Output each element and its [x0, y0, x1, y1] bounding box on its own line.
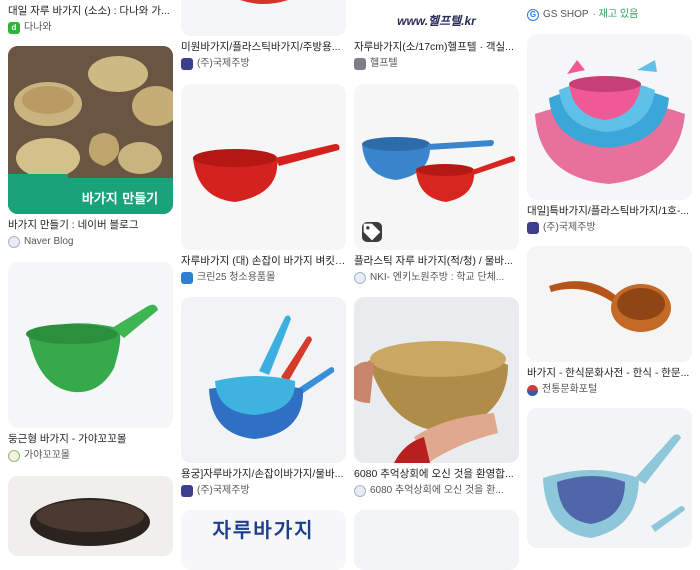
result-title[interactable]: 대일 자루 바가지 (소소) : 다나와 가...	[8, 4, 173, 18]
result-thumbnail[interactable]	[527, 408, 692, 548]
result-tile[interactable]	[8, 476, 173, 556]
result-thumbnail[interactable]	[181, 0, 346, 36]
result-tile[interactable]: 바가지 만들기 바가지 만들기 : 네이버 블로그 Naver Blog	[8, 46, 173, 252]
source-name: (주)국제주방	[197, 58, 250, 69]
source-name: 헬프텔	[370, 58, 398, 69]
image-caption: 바가지 만들기	[82, 191, 158, 207]
gourd-bowls-image: 바가지 만들기	[8, 46, 173, 214]
source-name: 크린25 청소용품몰	[197, 272, 276, 283]
collapsible-ladle-image	[527, 408, 692, 548]
naver-blog-favicon-icon	[8, 236, 20, 248]
result-thumbnail[interactable]	[354, 297, 519, 463]
results-column-2: 미원바가지/플라스틱바가지/주방용... (주)국제주방 자루바가지 (대) 손…	[181, 0, 346, 570]
red-ladle-image	[181, 84, 346, 250]
wooden-ladle-image	[527, 246, 692, 362]
result-source[interactable]: (주)국제주방	[181, 57, 346, 71]
result-source[interactable]: 가야꼬꼬몰	[8, 449, 173, 463]
result-tile[interactable]: www.헬프텔.kr 자루바가지(소/17cm)헬프텔 · 객실... 헬프텔	[354, 0, 519, 76]
result-tile[interactable]: 플라스틱 자루 바가지(적/청) / 물바... NKI- 엔키노원주방 : 학…	[354, 84, 519, 289]
result-title[interactable]: 대일]특바가지/플라스틱바가지/1호-...	[527, 204, 692, 218]
result-thumbnail[interactable]	[527, 246, 692, 362]
result-tile[interactable]: 둥근형 바가지 - 가야꼬꼬몰 가야꼬꼬몰	[8, 262, 173, 467]
green-bowl-image	[8, 262, 173, 428]
nki-favicon-icon	[354, 272, 366, 284]
gaya-favicon-icon	[8, 450, 20, 462]
results-column-1: 대일 자루 바가지 (소소) : 다나와 가... d 다나와 바가지 만들기 …	[8, 0, 173, 556]
image-caption: www.헬프텔.kr	[397, 14, 476, 28]
result-thumbnail[interactable]: www.헬프텔.kr	[354, 0, 519, 36]
result-source[interactable]: 전통문화포털	[527, 383, 692, 397]
result-thumbnail[interactable]	[527, 34, 692, 200]
result-tile[interactable]: 용궁]자루바가지/손잡이바가지/물바... (주)국제주방	[181, 297, 346, 502]
result-title[interactable]: 6080 추억상회에 오신 것을 환영합...	[354, 467, 519, 481]
result-tile[interactable]: 대일]특바가지/플라스틱바가지/1호-... (주)국제주방	[527, 34, 692, 240]
result-source[interactable]: 크린25 청소용품몰	[181, 271, 346, 285]
source-name: GS SHOP	[543, 9, 589, 20]
source-name: 다나와	[24, 22, 52, 33]
result-source[interactable]: d 다나와	[8, 21, 173, 35]
result-source[interactable]: (주)국제주방	[527, 221, 692, 235]
result-tile[interactable]: 자루바가지	[181, 510, 346, 570]
stacked-ladles-image	[181, 297, 346, 463]
result-thumbnail[interactable]: 자루바가지	[181, 510, 346, 570]
danawa-favicon-icon: d	[8, 22, 20, 34]
gsshop-favicon-icon: G	[527, 9, 539, 21]
gourd-hand-image	[354, 297, 519, 463]
result-source[interactable]: G GS SHOP · 재고 있음	[527, 8, 692, 22]
source-name: NKI- 엔키노원주방 : 학교 단체...	[370, 272, 505, 283]
source-name: 6080 추억상회에 오신 것을 환...	[370, 485, 504, 496]
result-tile[interactable]: 대일 자루 바가지 (소소) : 다나와 가... d 다나와	[8, 0, 173, 40]
result-tile[interactable]: 바가지 - 한식문화사전 - 한식 - 한문... 전통문화포털	[527, 246, 692, 402]
result-tile[interactable]: 6080 추억상회에 오신 것을 환영합... 6080 추억상회에 오신 것을…	[354, 297, 519, 502]
result-thumbnail[interactable]	[181, 84, 346, 250]
result-source[interactable]: 헬프텔	[354, 57, 519, 71]
result-source[interactable]: 6080 추억상회에 오신 것을 환...	[354, 484, 519, 498]
source-name: Naver Blog	[24, 236, 74, 247]
result-thumbnail[interactable]: 바가지 만들기	[8, 46, 173, 214]
result-thumbnail[interactable]	[181, 297, 346, 463]
red-scoop-image	[181, 0, 346, 36]
result-thumbnail[interactable]	[8, 476, 173, 556]
shopping-tag-icon	[362, 222, 382, 242]
result-thumbnail[interactable]	[354, 84, 519, 250]
result-title[interactable]: 플라스틱 자루 바가지(적/청) / 물바...	[354, 254, 519, 268]
source-name: (주)국제주방	[197, 485, 250, 496]
taeguk-favicon-icon	[527, 384, 538, 396]
in-stock-label: · 재고 있음	[592, 9, 639, 20]
result-source[interactable]: (주)국제주방	[181, 484, 346, 498]
result-source[interactable]: Naver Blog	[8, 235, 173, 249]
kukje-favicon-icon	[181, 485, 193, 497]
result-thumbnail[interactable]	[354, 510, 519, 570]
clean25-favicon-icon	[181, 272, 193, 284]
result-title[interactable]: 자루바가지(소/17cm)헬프텔 · 객실...	[354, 40, 519, 54]
kukje-favicon-icon	[181, 58, 193, 70]
result-title[interactable]: 자루바가지 (대) 손잡이 바가지 벼킷 ...	[181, 254, 346, 268]
shop6080-favicon-icon	[354, 485, 366, 497]
result-title[interactable]: 바가지 - 한식문화사전 - 한식 - 한문...	[527, 366, 692, 380]
source-name: (주)국제주방	[543, 222, 596, 233]
nested-bowls-image	[527, 34, 692, 200]
result-title[interactable]: 둥근형 바가지 - 가야꼬꼬몰	[8, 432, 173, 446]
result-title[interactable]: 바가지 만들기 : 네이버 블로그	[8, 218, 173, 232]
source-name: 가야꼬꼬몰	[24, 450, 70, 461]
result-source[interactable]: NKI- 엔키노원주방 : 학교 단체...	[354, 271, 519, 285]
result-tile[interactable]	[527, 408, 692, 548]
image-caption: 자루바가지	[212, 520, 315, 542]
source-name: 전통문화포털	[542, 384, 598, 395]
result-tile[interactable]: 미원바가지/플라스틱바가지/주방용... (주)국제주방	[181, 0, 346, 76]
result-tile[interactable]: 자루바가지 (대) 손잡이 바가지 벼킷 ... 크린25 청소용품몰	[181, 84, 346, 289]
dark-bowl-image	[8, 476, 173, 556]
kukje-favicon-icon	[527, 222, 539, 234]
result-tile[interactable]	[354, 510, 519, 570]
results-column-4: G GS SHOP · 재고 있음 대일]특바가지/플라스틱바가지/1호-...…	[527, 0, 692, 548]
result-thumbnail[interactable]	[8, 262, 173, 428]
results-column-3: www.헬프텔.kr 자루바가지(소/17cm)헬프텔 · 객실... 헬프텔 …	[354, 0, 519, 570]
helptel-favicon-icon	[354, 58, 366, 70]
result-title[interactable]: 미원바가지/플라스틱바가지/주방용...	[181, 40, 346, 54]
result-title[interactable]: 용궁]자루바가지/손잡이바가지/물바...	[181, 467, 346, 481]
result-tile[interactable]: G GS SHOP · 재고 있음	[527, 0, 692, 28]
